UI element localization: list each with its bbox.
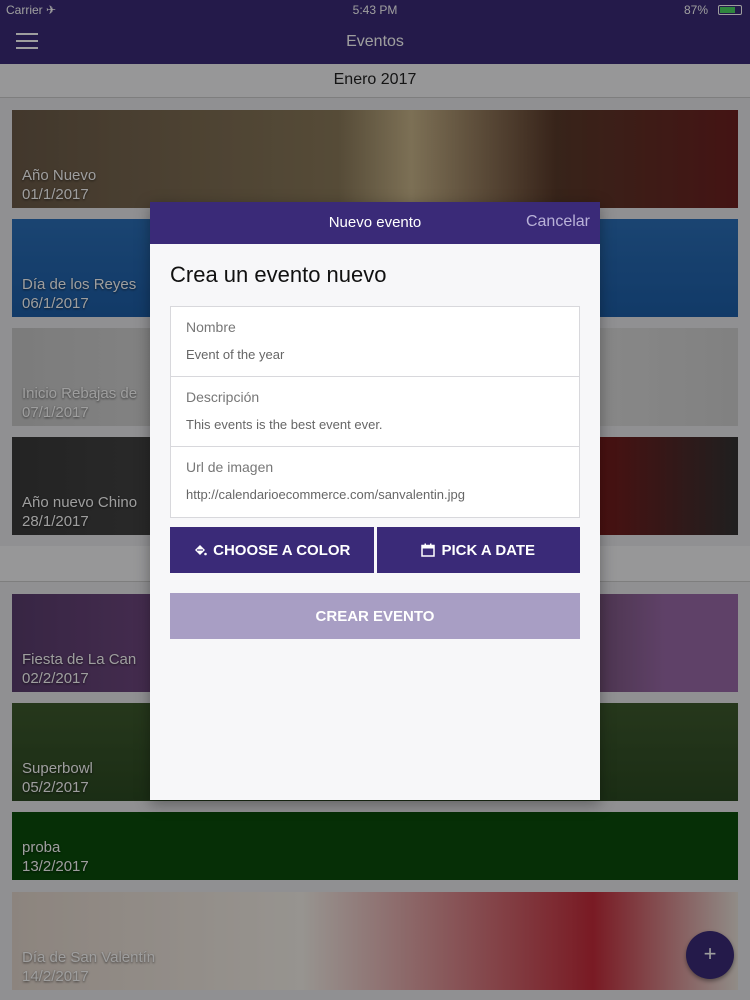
calendar-icon <box>421 543 436 557</box>
form-fields: Nombre Descripción Url de imagen <box>170 306 580 518</box>
create-event-button[interactable]: CREAR EVENTO <box>170 593 580 639</box>
pick-date-label: PICK A DATE <box>441 541 536 559</box>
description-label: Descripción <box>186 389 260 405</box>
pick-date-button[interactable]: PICK A DATE <box>376 527 580 573</box>
modal-header: Nuevo evento Cancelar <box>150 202 600 244</box>
name-field: Nombre <box>171 307 579 377</box>
picker-buttons: CHOOSE A COLOR PICK A DATE <box>170 527 580 573</box>
name-input[interactable] <box>186 347 564 362</box>
name-label: Nombre <box>186 319 236 335</box>
paint-bucket-icon <box>193 543 207 557</box>
cancel-button[interactable]: Cancelar <box>526 213 590 231</box>
image-url-input[interactable] <box>186 487 564 502</box>
modal-body: Crea un evento nuevo Nombre Descripción … <box>150 262 600 639</box>
form-heading: Crea un evento nuevo <box>170 262 387 287</box>
choose-color-label: CHOOSE A COLOR <box>213 541 351 559</box>
app-screen: Carrier ✈ 5:43 PM 87% Eventos Enero 2017… <box>0 0 750 1000</box>
image-url-field: Url de imagen <box>171 447 579 517</box>
new-event-modal: Nuevo evento Cancelar Crea un evento nue… <box>150 202 600 800</box>
description-input[interactable] <box>186 417 564 432</box>
description-field: Descripción <box>171 377 579 447</box>
choose-color-button[interactable]: CHOOSE A COLOR <box>170 527 374 573</box>
image-url-label: Url de imagen <box>186 459 274 475</box>
